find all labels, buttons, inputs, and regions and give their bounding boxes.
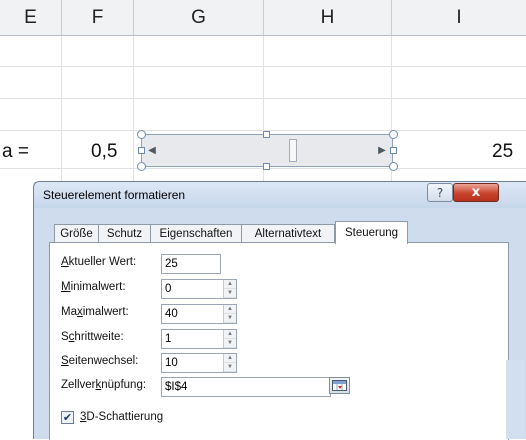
max-value-stepper[interactable]: ▲ ▼ xyxy=(223,305,236,323)
cell-e4-label[interactable]: a = xyxy=(2,141,29,163)
dialog-edge-scroll xyxy=(506,360,524,439)
cell-f4-value[interactable]: 0,5 xyxy=(91,141,117,163)
tab-panel-steuerung: Aktueller Wert: 25 Minimalwert: 0 ▲ ▼ Max… xyxy=(49,242,509,440)
range-select-icon xyxy=(332,380,347,391)
min-value-input[interactable]: 0 ▲ ▼ xyxy=(161,279,237,299)
resize-handle[interactable] xyxy=(137,162,146,171)
step-text: 1 xyxy=(165,333,172,345)
stepper-up-icon[interactable]: ▲ xyxy=(224,330,236,339)
step-input[interactable]: 1 ▲ ▼ xyxy=(161,329,237,349)
max-value-label: Maximalwert: xyxy=(61,306,129,318)
scroll-right-arrow-icon[interactable]: ▶ xyxy=(374,135,390,166)
close-button[interactable]: x xyxy=(453,183,499,202)
tab-schutz[interactable]: Schutz xyxy=(98,224,151,243)
resize-handle[interactable] xyxy=(263,131,270,138)
current-value-input[interactable]: 25 xyxy=(161,254,221,274)
cell-link-input[interactable]: $I$4 xyxy=(161,377,331,397)
min-value-label: Minimalwert: xyxy=(61,281,126,293)
max-value-input[interactable]: 40 ▲ ▼ xyxy=(161,304,237,324)
page-change-text: 10 xyxy=(165,357,178,369)
page-change-label: Seitenwechsel: xyxy=(61,355,139,367)
min-value-stepper[interactable]: ▲ ▼ xyxy=(223,280,236,298)
max-value-text: 40 xyxy=(165,308,178,320)
grid-line xyxy=(0,66,526,67)
collapse-dialog-button[interactable] xyxy=(329,377,350,394)
column-header-f[interactable]: F xyxy=(62,0,134,36)
help-button[interactable]: ? xyxy=(427,183,453,202)
resize-handle[interactable] xyxy=(263,163,270,170)
column-header-g[interactable]: G xyxy=(134,0,264,36)
stepper-up-icon[interactable]: ▲ xyxy=(224,305,236,314)
step-stepper[interactable]: ▲ ▼ xyxy=(223,330,236,348)
cell-link-label: Zellverknüpfung: xyxy=(61,379,147,391)
dialog-title-bar[interactable]: Steuerelement formatieren ? x xyxy=(34,182,526,208)
tab-groesse[interactable]: Größe xyxy=(54,224,99,243)
current-value-label: Aktueller Wert: xyxy=(61,256,137,268)
stepper-down-icon[interactable]: ▼ xyxy=(224,363,236,372)
resize-handle[interactable] xyxy=(137,130,146,139)
dialog-title: Steuerelement formatieren xyxy=(43,188,186,202)
stepper-down-icon[interactable]: ▼ xyxy=(224,289,236,298)
page-change-stepper[interactable]: ▲ ▼ xyxy=(223,354,236,372)
min-value-text: 0 xyxy=(165,283,172,295)
column-header-h[interactable]: H xyxy=(264,0,392,36)
scrollbar-thumb[interactable] xyxy=(289,139,297,162)
step-label: Schrittweite: xyxy=(61,331,124,343)
page-change-input[interactable]: 10 ▲ ▼ xyxy=(161,353,237,373)
stepper-down-icon[interactable]: ▼ xyxy=(224,339,236,348)
tab-eigenschaften[interactable]: Eigenschaften xyxy=(150,224,242,243)
stepper-up-icon[interactable]: ▲ xyxy=(224,354,236,363)
checkmark-icon: ✔ xyxy=(62,411,73,424)
grid-line xyxy=(0,98,526,99)
3d-shading-checkbox[interactable]: ✔ xyxy=(61,411,74,424)
tab-alternativtext[interactable]: Alternativtext xyxy=(241,224,335,243)
3d-shading-label[interactable]: 3D-Schattierung xyxy=(80,411,163,423)
column-header-e[interactable]: E xyxy=(0,0,62,36)
resize-handle[interactable] xyxy=(138,147,145,154)
tab-steuerung[interactable]: Steuerung xyxy=(335,221,408,244)
resize-handle[interactable] xyxy=(389,130,398,139)
resize-handle[interactable] xyxy=(390,147,397,154)
cell-i4-result[interactable]: 25 xyxy=(492,141,513,163)
column-header-i[interactable]: I xyxy=(392,0,526,36)
format-control-dialog: Steuerelement formatieren ? x Größe Schu… xyxy=(33,181,526,440)
stepper-up-icon[interactable]: ▲ xyxy=(224,280,236,289)
scroll-left-arrow-icon[interactable]: ◀ xyxy=(144,135,160,166)
stepper-down-icon[interactable]: ▼ xyxy=(224,314,236,323)
resize-handle[interactable] xyxy=(389,162,398,171)
